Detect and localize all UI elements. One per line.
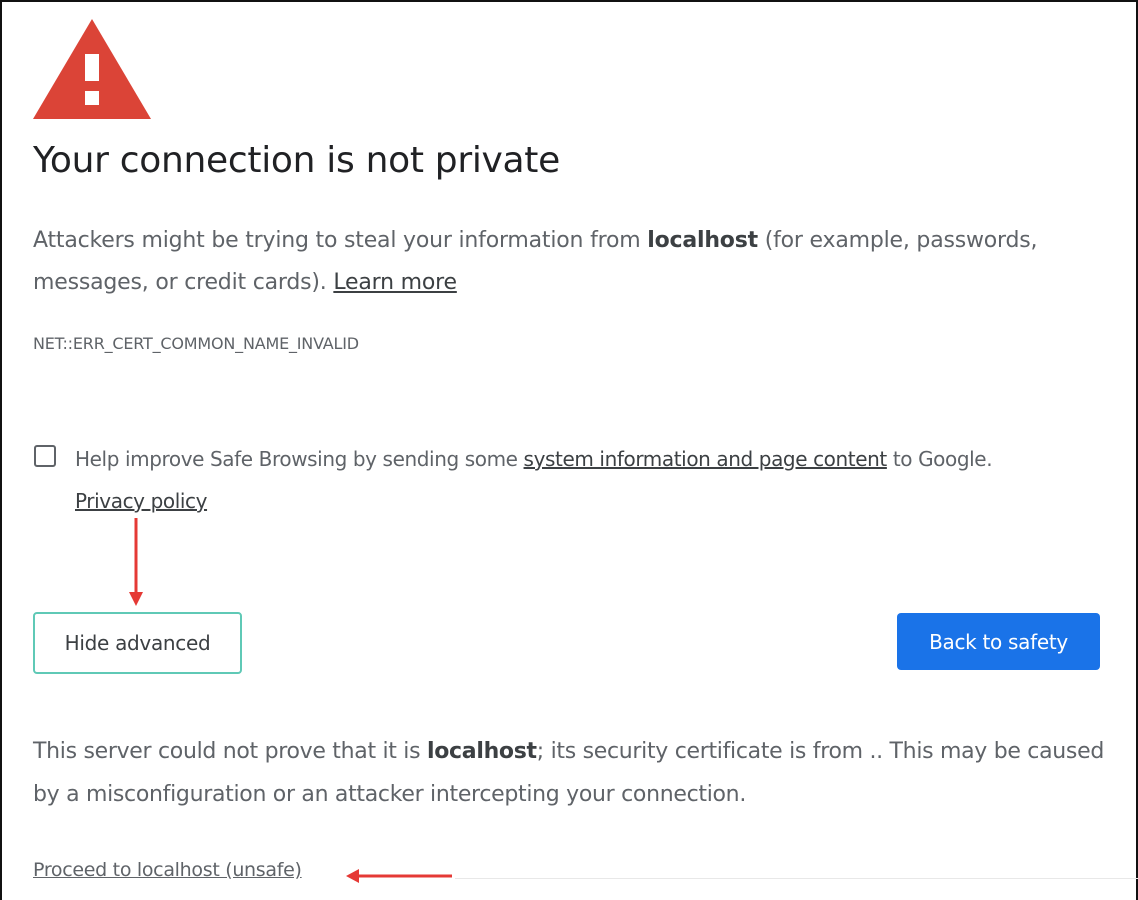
main-message: Attackers might be trying to steal your …	[33, 220, 1093, 304]
details-message: This server could not prove that it is l…	[33, 730, 1108, 816]
safe-browsing-label: Help improve Safe Browsing by sending so…	[75, 438, 1095, 522]
error-code: NET::ERR_CERT_COMMON_NAME_INVALID	[33, 334, 359, 353]
details-text: This server could not prove that it is	[33, 739, 427, 764]
system-information-link[interactable]: system information and page content	[524, 447, 888, 471]
privacy-policy-link[interactable]: Privacy policy	[75, 489, 207, 513]
divider	[455, 878, 1138, 879]
main-message-host: localhost	[647, 228, 758, 253]
annotation-arrow-left	[346, 869, 452, 883]
safe-browsing-text: Help improve Safe Browsing by sending so…	[75, 447, 524, 471]
page-title: Your connection is not private	[33, 140, 560, 181]
hide-advanced-button[interactable]: Hide advanced	[33, 612, 242, 674]
safe-browsing-checkbox[interactable]	[34, 445, 56, 467]
annotation-arrow-down	[129, 518, 143, 606]
learn-more-link[interactable]: Learn more	[333, 270, 457, 295]
warning-triangle-icon	[33, 19, 151, 119]
main-message-text: Attackers might be trying to steal your …	[33, 228, 648, 253]
back-to-safety-button[interactable]: Back to safety	[897, 613, 1100, 670]
details-host: localhost	[426, 739, 537, 764]
safe-browsing-text-2: to Google.	[886, 447, 993, 471]
proceed-unsafe-link[interactable]: Proceed to localhost (unsafe)	[33, 859, 302, 881]
